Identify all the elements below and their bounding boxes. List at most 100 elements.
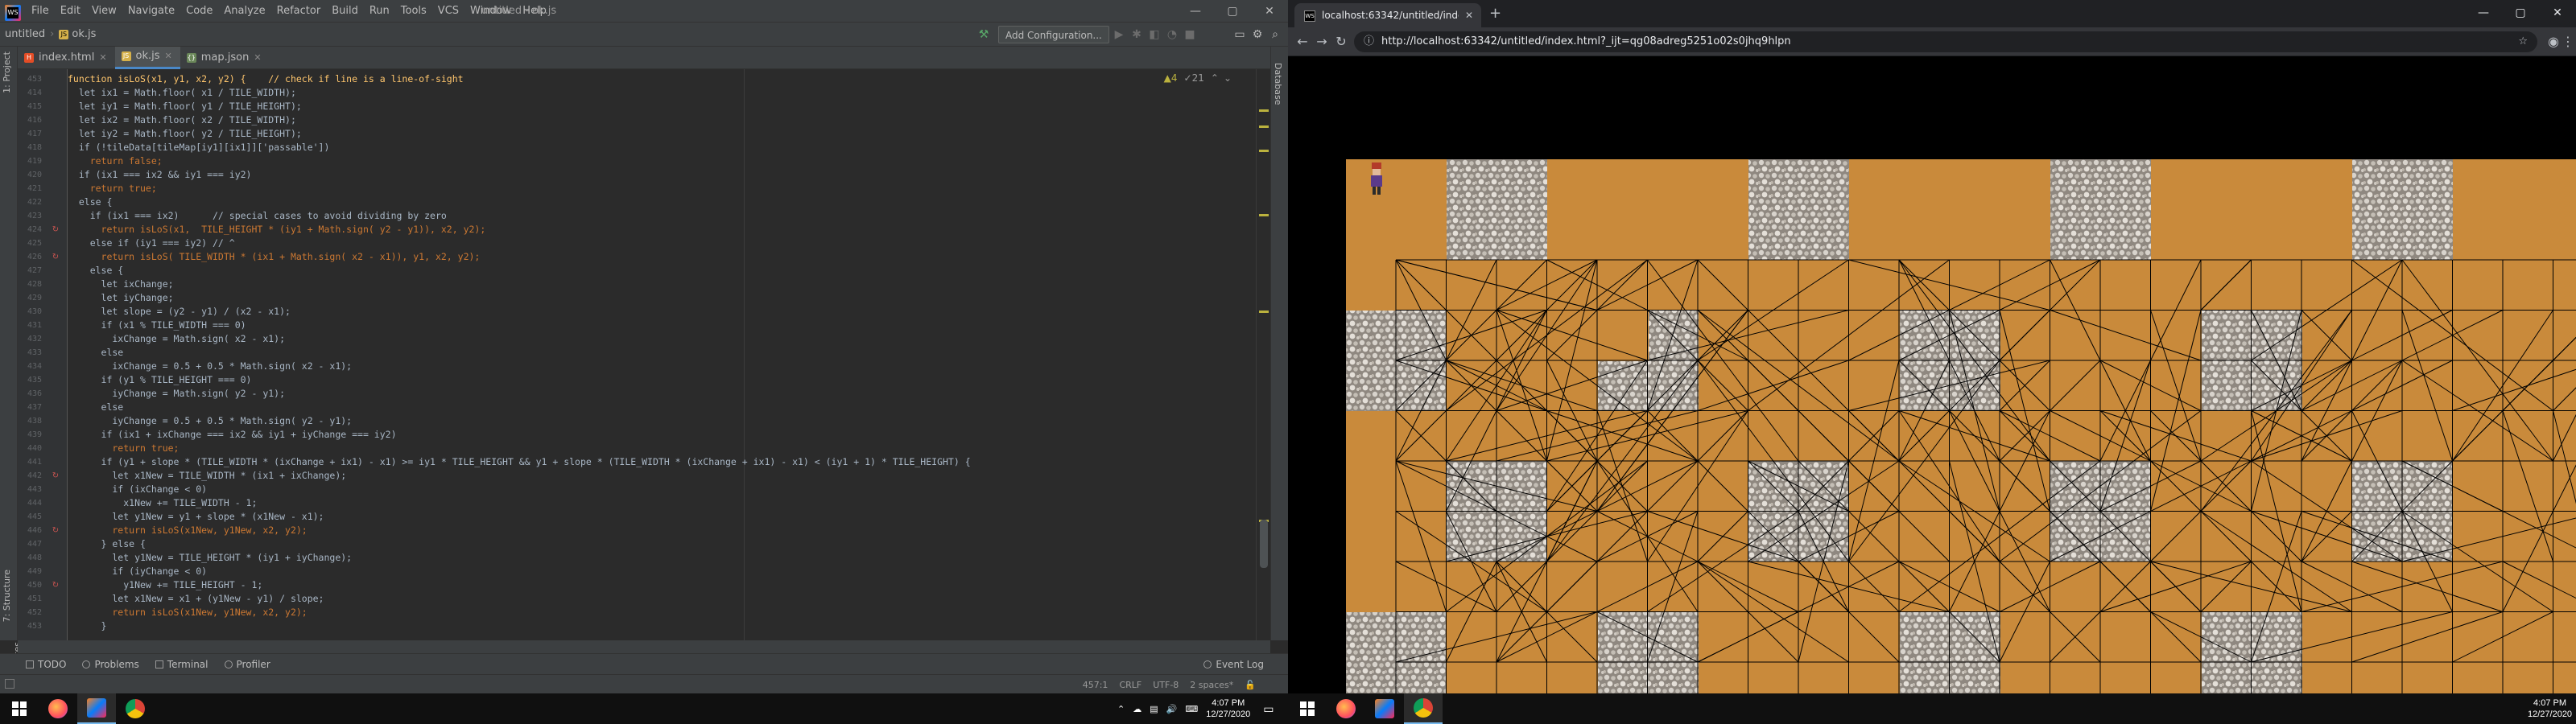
- line-number: 445: [27, 512, 42, 521]
- stop-icon[interactable]: ■: [1182, 27, 1198, 43]
- indent-setting[interactable]: 2 spaces*: [1190, 680, 1233, 690]
- structure-tool-label[interactable]: 7: Structure: [2, 570, 12, 622]
- settings-icon[interactable]: ⚙: [1249, 27, 1265, 43]
- add-configuration-button[interactable]: Add Configuration...: [998, 26, 1109, 43]
- keyboard-icon[interactable]: ⌨: [1185, 704, 1198, 714]
- tab-close-icon[interactable]: ✕: [1465, 3, 1473, 27]
- bookmark-star-icon[interactable]: ☆: [2518, 31, 2528, 52]
- line-separator[interactable]: CRLF: [1119, 680, 1141, 690]
- tab-ok-js[interactable]: JS ok.js ✕: [114, 45, 180, 69]
- todo-tab[interactable]: TODO: [18, 654, 74, 675]
- webstorm-taskbar-app-2[interactable]: [1365, 693, 1404, 724]
- line-number: 417: [27, 130, 42, 138]
- recursive-call-icon: ↻: [52, 471, 60, 480]
- tab-label: index.html: [39, 51, 95, 64]
- taskbar-clock-2[interactable]: 4:07 PM 12/27/2020: [2528, 697, 2572, 720]
- webstorm-taskbar-app[interactable]: [77, 693, 116, 724]
- code-editor[interactable]: ▲4 ✓21 ⌃ ⌄ function isLoS(x1, y1, x2, y2…: [68, 69, 1256, 640]
- debug-icon[interactable]: ✱: [1129, 27, 1145, 43]
- browser-tab-title: localhost:63342/untitled/index.h: [1322, 10, 1459, 21]
- todo-icon: [26, 660, 34, 668]
- reload-button[interactable]: ↻: [1331, 32, 1351, 51]
- tab-map-json[interactable]: {} map.json ✕: [180, 47, 270, 69]
- action-center-icon[interactable]: ▭: [1263, 702, 1274, 716]
- code-line: else: [68, 347, 124, 358]
- clock-date: 12/27/2020: [1206, 710, 1251, 719]
- menu-file[interactable]: File: [26, 0, 55, 23]
- profile-icon[interactable]: ◔: [1164, 27, 1180, 43]
- tab-close-icon[interactable]: ✕: [254, 47, 261, 69]
- browser-close-button[interactable]: ✕: [2539, 0, 2576, 27]
- database-tool-label[interactable]: Database: [1273, 63, 1283, 105]
- open-folder-icon[interactable]: ▭: [1232, 27, 1248, 43]
- menu-code[interactable]: Code: [180, 0, 218, 23]
- event-log-tab[interactable]: Event Log: [1195, 654, 1272, 675]
- menu-tools[interactable]: Tools: [395, 0, 432, 23]
- window-title: untitled - ok.js: [481, 4, 557, 17]
- chrome-taskbar-app-2[interactable]: [1404, 693, 1443, 724]
- editor-scrollbar[interactable]: [1256, 69, 1270, 640]
- profiler-tab[interactable]: Profiler: [217, 654, 279, 675]
- run-icon[interactable]: ▶: [1111, 27, 1127, 43]
- tab-close-icon[interactable]: ✕: [165, 45, 172, 68]
- browser-tab[interactable]: WS localhost:63342/untitled/index.h ✕: [1294, 3, 1481, 27]
- chevron-up-icon[interactable]: ⌃: [1211, 72, 1219, 84]
- code-line: return true;: [68, 183, 157, 194]
- terminal-tab[interactable]: Terminal: [147, 654, 217, 675]
- lock-icon[interactable]: 🔓: [1245, 680, 1256, 690]
- taskbar-clock[interactable]: 4:07 PM 12/27/2020: [1206, 697, 1250, 720]
- menu-refactor[interactable]: Refactor: [271, 0, 327, 23]
- minimize-button[interactable]: —: [1177, 0, 1214, 23]
- back-button[interactable]: ←: [1293, 32, 1312, 51]
- volume-icon[interactable]: 🔊: [1166, 704, 1178, 714]
- menu-view[interactable]: View: [86, 0, 122, 23]
- project-tool-label[interactable]: 1: Project: [2, 51, 12, 93]
- caret-position[interactable]: 457:1: [1083, 680, 1108, 690]
- breadcrumb-file[interactable]: JS ok.js: [54, 23, 101, 47]
- tray-chevron-icon[interactable]: ⌃: [1117, 704, 1125, 714]
- inspection-widget[interactable]: ▲4 ✓21 ⌃ ⌄: [1164, 72, 1232, 84]
- maximize-button[interactable]: ▢: [1214, 0, 1251, 23]
- menu-edit[interactable]: Edit: [55, 0, 86, 23]
- layout-toggle-icon[interactable]: [5, 679, 14, 689]
- tab-label: map.json: [200, 51, 250, 64]
- browser-maximize-button[interactable]: ▢: [2502, 0, 2539, 27]
- menu-analyze[interactable]: Analyze: [218, 0, 270, 23]
- tab-index-html[interactable]: Hindex.html ✕: [18, 47, 115, 69]
- terminal-label: Terminal: [167, 658, 208, 670]
- start-button-2[interactable]: [1288, 693, 1327, 724]
- coverage-icon[interactable]: ◧: [1146, 27, 1162, 43]
- menu-vcs[interactable]: VCS: [432, 0, 464, 23]
- firefox-taskbar-app-2[interactable]: [1327, 693, 1365, 724]
- line-number: 414: [27, 88, 42, 97]
- start-button[interactable]: [0, 693, 39, 724]
- menu-navigate[interactable]: Navigate: [122, 0, 180, 23]
- code-line: let iy1 = Math.floor( y1 / TILE_HEIGHT);: [68, 101, 302, 112]
- more-menu-icon[interactable]: ⋮: [2558, 32, 2576, 51]
- menu-run[interactable]: Run: [364, 0, 395, 23]
- chevron-down-icon[interactable]: ⌄: [1224, 72, 1232, 84]
- scrollbar-thumb[interactable]: [1260, 520, 1268, 568]
- code-line: let slope = (y2 - y1) / (x2 - x1);: [68, 306, 291, 317]
- info-icon[interactable]: ⓘ: [1364, 31, 1374, 52]
- problems-tab[interactable]: Problems: [74, 654, 147, 675]
- game-canvas[interactable]: [1346, 159, 2576, 693]
- forward-button[interactable]: →: [1312, 32, 1331, 51]
- search-icon[interactable]: ⌕: [1267, 27, 1283, 43]
- firefox-icon: [48, 699, 68, 718]
- firefox-taskbar-app[interactable]: [39, 693, 77, 724]
- new-tab-button[interactable]: +: [1489, 5, 1501, 23]
- line-number: 452: [27, 608, 42, 617]
- hammer-icon[interactable]: ⚒: [976, 27, 992, 43]
- menu-build[interactable]: Build: [326, 0, 364, 23]
- address-bar[interactable]: ⓘ http://localhost:63342/untitled/index.…: [1354, 31, 2537, 52]
- tab-close-icon[interactable]: ✕: [99, 47, 106, 69]
- close-window-button[interactable]: ✕: [1251, 0, 1288, 23]
- file-encoding[interactable]: UTF-8: [1153, 680, 1179, 690]
- network-icon[interactable]: ▤: [1150, 704, 1158, 714]
- line-number: 440: [27, 444, 42, 453]
- breadcrumb-project[interactable]: untitled: [0, 23, 50, 47]
- chrome-taskbar-app[interactable]: [116, 693, 155, 724]
- browser-minimize-button[interactable]: —: [2465, 0, 2502, 27]
- onedrive-icon[interactable]: ☁: [1133, 704, 1141, 714]
